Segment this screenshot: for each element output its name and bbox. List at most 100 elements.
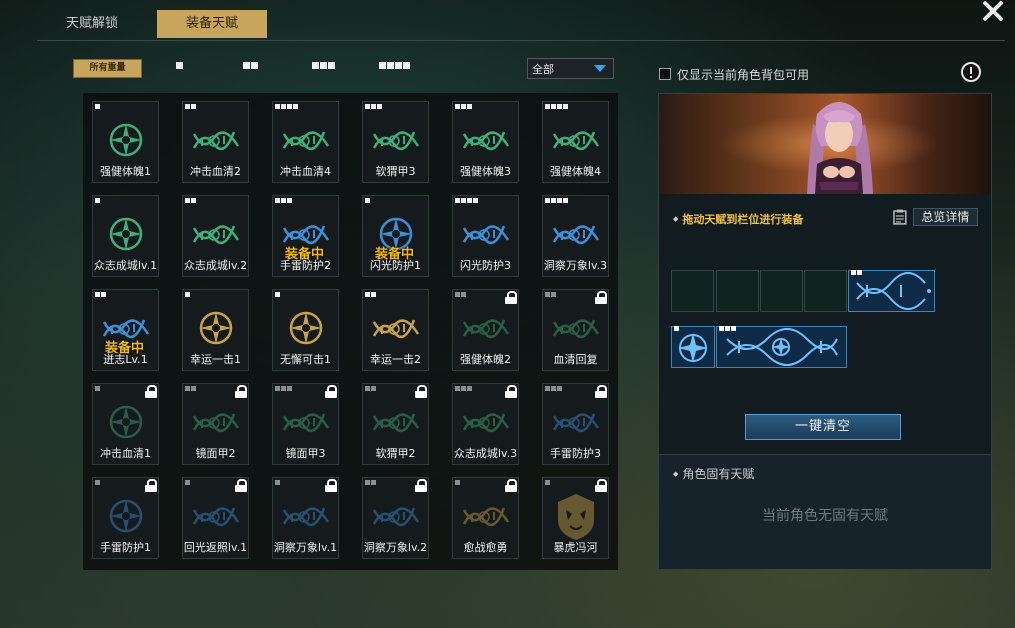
filter-tier-4-button[interactable] — [379, 62, 410, 74]
talent-name: 镜面甲2 — [195, 447, 236, 460]
talent-slot[interactable]: 洞察万象lv.3 — [542, 195, 609, 277]
compass-emblem-icon — [109, 405, 143, 439]
tier-indicator — [95, 386, 100, 391]
innate-talent-section: 角色固有天赋 当前角色无固有天赋 — [659, 454, 991, 569]
filter-bar: 所有重量 全部 — [73, 58, 618, 80]
talent-name: 手雷防护1 — [100, 541, 151, 554]
talent-slot[interactable]: 闪光防护3 — [452, 195, 519, 277]
talent-slot[interactable]: 回光返照lv.1 — [182, 477, 249, 559]
filter-tier-1-button[interactable] — [176, 62, 183, 74]
compass-emblem-icon — [289, 311, 323, 345]
talent-name: 愈战愈勇 — [463, 541, 508, 554]
filter-tier-3-button[interactable] — [312, 62, 335, 74]
talent-name: 幸运一击2 — [370, 353, 421, 366]
talent-slot[interactable]: 众志成城lv.2 — [182, 195, 249, 277]
talent-slot[interactable]: 冲击血清2 — [182, 101, 249, 183]
tier-indicator — [275, 198, 292, 203]
equipped-talent-emblem[interactable] — [671, 326, 715, 368]
talent-slot[interactable]: 强健体魄1 — [92, 101, 159, 183]
helix-icon — [192, 225, 240, 245]
talent-name: 闪光防护1 — [370, 259, 421, 272]
tier-indicator — [95, 480, 100, 485]
equip-slot-empty[interactable] — [671, 270, 714, 312]
talent-name: 软猬甲3 — [375, 165, 416, 178]
helix-icon — [372, 319, 420, 339]
talent-slot[interactable]: 暴虎冯河 — [542, 477, 609, 559]
close-icon[interactable] — [979, 0, 1005, 22]
filter-tier-2-button[interactable] — [243, 62, 258, 74]
talent-slot[interactable]: 装备中 迸志Lv.1 — [92, 289, 159, 371]
tier-indicator — [275, 386, 292, 391]
talent-name: 冲击血清4 — [280, 165, 331, 178]
talent-name: 洞察万象lv.1 — [273, 541, 338, 554]
tier-indicator — [275, 480, 280, 485]
talent-slot[interactable]: 强健体魄2 — [452, 289, 519, 371]
tier-indicator — [185, 480, 190, 485]
equip-slot-empty[interactable] — [760, 270, 803, 312]
talent-slot[interactable]: 软猬甲3 — [362, 101, 429, 183]
talent-name: 洞察万象lv.2 — [363, 541, 428, 554]
talent-slot[interactable]: 冲击血清1 — [92, 383, 159, 465]
tier-indicator — [95, 292, 106, 297]
equip-slot-empty[interactable] — [804, 270, 847, 312]
equip-panel: 拖动天赋到栏位进行装备 总览详情 — [658, 93, 992, 569]
filter-all-weights-button[interactable]: 所有重量 — [73, 59, 142, 78]
only-bag-checkbox[interactable] — [659, 68, 671, 80]
talent-slot[interactable]: 洞察万象lv.2 — [362, 477, 429, 559]
compass-emblem-icon — [199, 311, 233, 345]
talent-name: 强健体魄3 — [460, 165, 511, 178]
talent-slot[interactable]: 众志成城lv.3 — [452, 383, 519, 465]
talent-slot[interactable]: 手雷防护1 — [92, 477, 159, 559]
equipped-talent-helix[interactable] — [848, 270, 935, 312]
talent-name: 无懈可击1 — [280, 353, 331, 366]
talent-slot[interactable]: 强健体魄3 — [452, 101, 519, 183]
talent-slot[interactable]: 强健体魄4 — [542, 101, 609, 183]
tier-indicator — [455, 386, 472, 391]
helix-icon — [282, 413, 330, 433]
tab-talent-unlock[interactable]: 天赋解锁 — [37, 10, 147, 38]
talent-slot[interactable]: 无懈可击1 — [272, 289, 339, 371]
talent-slot[interactable]: 冲击血清4 — [272, 101, 339, 183]
helix-icon — [282, 507, 330, 527]
tier-indicator — [455, 104, 472, 109]
helix-icon — [552, 413, 600, 433]
talent-slot[interactable]: 镜面甲3 — [272, 383, 339, 465]
tier-indicator — [455, 292, 466, 297]
talent-name: 暴虎冯河 — [553, 541, 598, 554]
talent-slot[interactable]: 装备中 手雷防护2 — [272, 195, 339, 277]
tier-indicator — [185, 292, 190, 297]
talent-name: 镜面甲3 — [285, 447, 326, 460]
talent-slot[interactable]: 手雷防护3 — [542, 383, 609, 465]
category-dropdown[interactable]: 全部 — [527, 58, 614, 79]
tier-indicator — [365, 480, 376, 485]
equipped-talent-helix-long[interactable] — [716, 326, 847, 368]
talent-slot[interactable]: 幸运一击2 — [362, 289, 429, 371]
talent-name: 众志成城lv.3 — [453, 447, 518, 460]
talent-slot[interactable]: 愈战愈勇 — [452, 477, 519, 559]
only-bag-label: 仅显示当前角色背包可用 — [677, 67, 810, 82]
helix-icon — [552, 131, 600, 151]
tiger-emblem-icon — [558, 494, 594, 540]
tier-indicator — [365, 386, 376, 391]
drag-hint: 拖动天赋到栏位进行装备 — [673, 211, 803, 227]
overview-details-button[interactable]: 总览详情 — [892, 208, 978, 226]
only-bag-filter[interactable]: 仅显示当前角色背包可用 — [659, 66, 809, 82]
talent-name: 回光返照lv.1 — [183, 541, 248, 554]
helix-icon — [462, 225, 510, 245]
clear-all-button[interactable]: 一键清空 — [745, 414, 901, 440]
info-icon[interactable] — [961, 62, 981, 82]
tier-indicator — [275, 104, 298, 109]
talent-slot[interactable]: 幸运一击1 — [182, 289, 249, 371]
tab-equip-talent[interactable]: 装备天赋 — [157, 10, 267, 38]
helix-icon — [462, 319, 510, 339]
talent-slot[interactable]: 血清回复 — [542, 289, 609, 371]
innate-talent-empty: 当前角色无固有天赋 — [762, 508, 888, 524]
dropdown-value: 全部 — [532, 63, 554, 76]
talent-slot[interactable]: 众志成城lv.1 — [92, 195, 159, 277]
talent-slot[interactable]: 镜面甲2 — [182, 383, 249, 465]
talent-slot[interactable]: 软猬甲2 — [362, 383, 429, 465]
talent-slot[interactable]: 装备中 闪光防护1 — [362, 195, 429, 277]
equip-slot-empty[interactable] — [716, 270, 759, 312]
talent-name: 幸运一击1 — [190, 353, 241, 366]
talent-slot[interactable]: 洞察万象lv.1 — [272, 477, 339, 559]
